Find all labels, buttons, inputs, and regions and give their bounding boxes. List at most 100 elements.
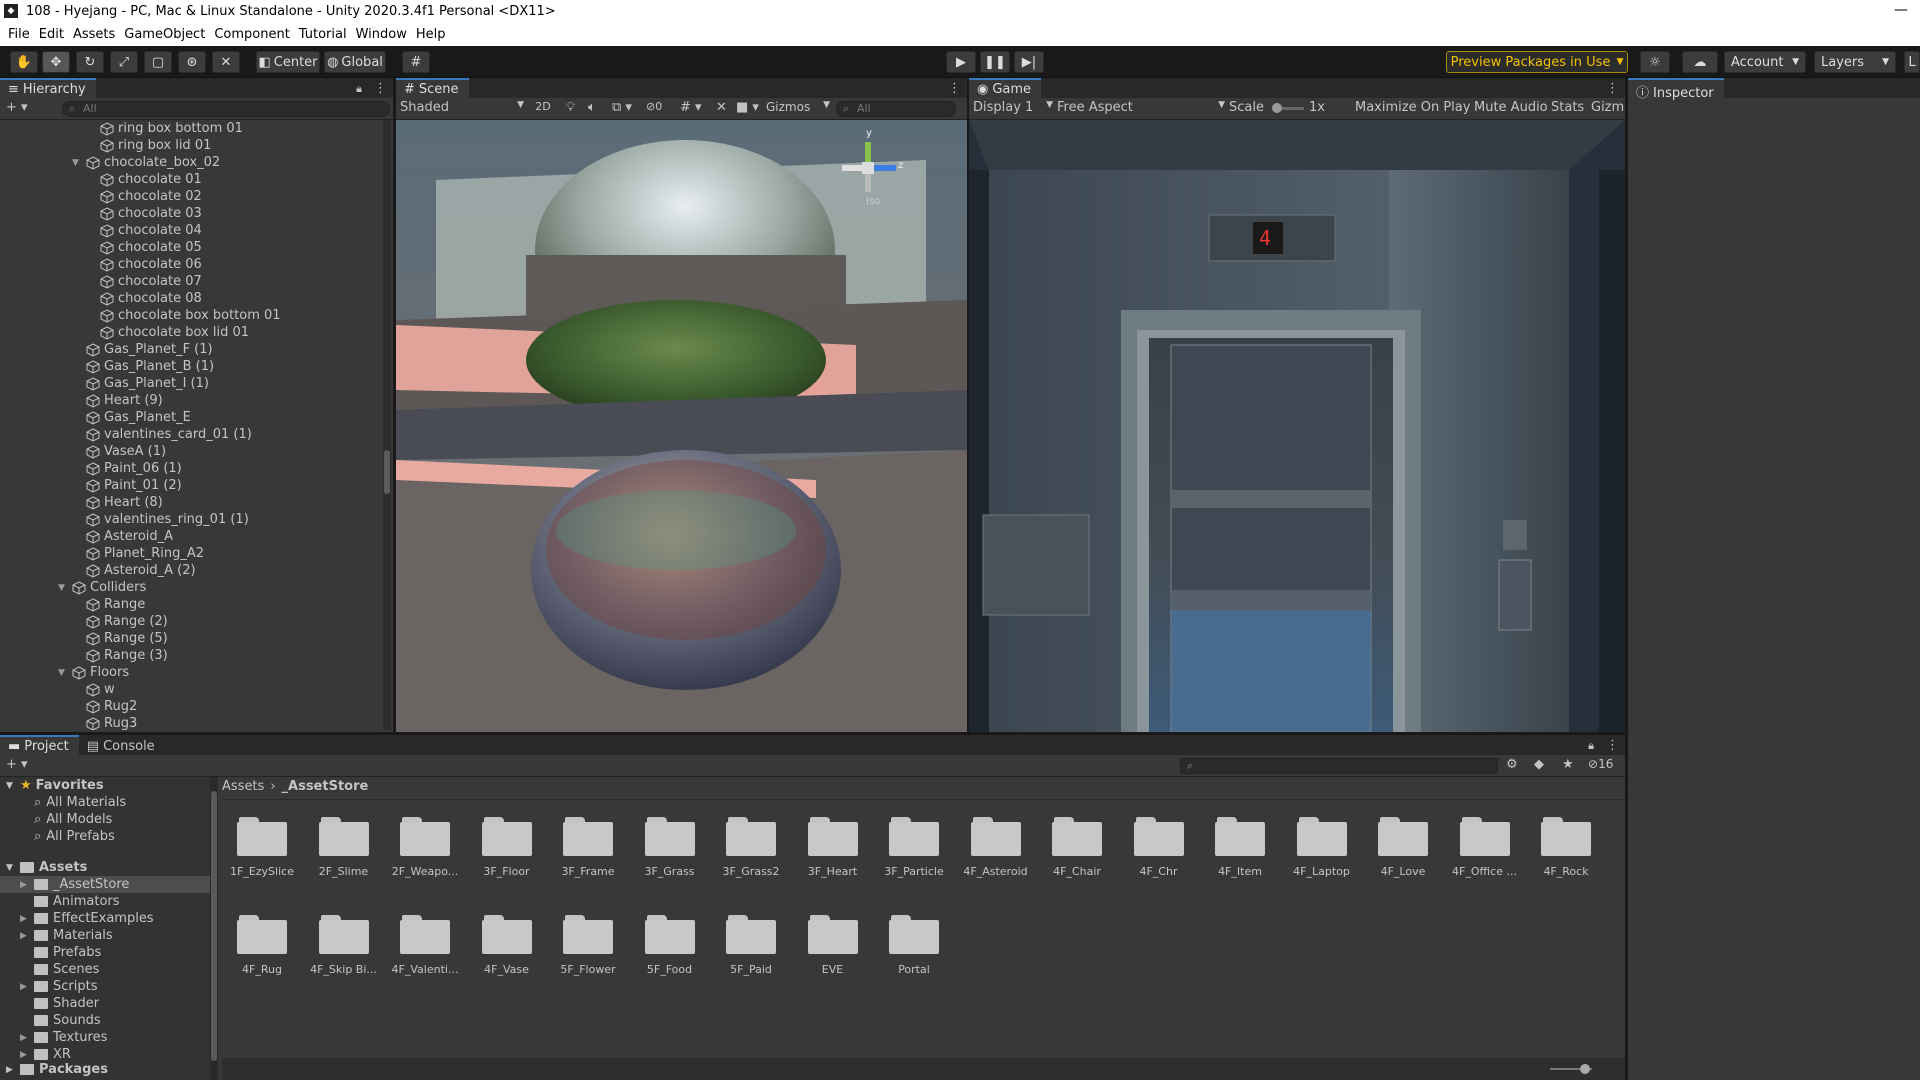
hierarchy-item[interactable]: Range (3) xyxy=(72,647,168,664)
tab-game[interactable]: ◉ Game xyxy=(969,78,1042,98)
expand-arrow-icon[interactable]: ▶ xyxy=(20,914,34,924)
expand-arrow-icon[interactable]: ▶ xyxy=(20,1050,34,1060)
effects-icon[interactable]: ⧉ ▾ xyxy=(612,100,632,118)
gizmos-dropdown[interactable]: Gizmos ▼ xyxy=(766,100,830,118)
hierarchy-item[interactable]: ring box lid 01 xyxy=(86,137,211,154)
project-create-button[interactable]: + ▾ xyxy=(6,757,28,775)
project-folder[interactable]: 4F_Chr xyxy=(1119,817,1199,878)
hierarchy-item[interactable]: Range xyxy=(72,596,145,613)
hierarchy-item[interactable]: ▼ Colliders xyxy=(58,579,146,596)
hierarchy-item[interactable]: chocolate 03 xyxy=(86,205,202,222)
hierarchy-item[interactable]: ring box bottom 01 xyxy=(86,120,243,137)
project-folder[interactable]: 4F_Item xyxy=(1200,817,1280,878)
more-icon[interactable]: ⋮ xyxy=(368,79,393,98)
more-icon[interactable]: ⋮ xyxy=(1600,736,1625,755)
asset-folder-item[interactable]: ▶ Textures xyxy=(0,1029,210,1046)
project-folder[interactable]: 4F_Skip Bi... xyxy=(304,915,384,976)
breadcrumb-assetstore[interactable]: _AssetStore xyxy=(282,779,369,797)
cloud-icon[interactable]: ☁ xyxy=(1682,51,1718,73)
hierarchy-item[interactable]: chocolate 08 xyxy=(86,290,202,307)
layers-dropdown[interactable]: Layers ▼ xyxy=(1814,51,1896,73)
scene-search-input[interactable]: ⌕ All xyxy=(836,101,956,117)
tools-icon[interactable]: ✕ xyxy=(716,100,727,118)
expand-arrow-icon[interactable]: ▼ xyxy=(58,583,70,593)
menu-component[interactable]: Component xyxy=(214,24,298,46)
scrollbar-thumb[interactable] xyxy=(384,450,390,494)
hierarchy-item[interactable]: chocolate 05 xyxy=(86,239,202,256)
gizmo-neg-y-axis[interactable] xyxy=(865,174,871,192)
project-folder[interactable]: 4F_Rug xyxy=(222,915,302,976)
project-folder[interactable]: 4F_Vase xyxy=(467,915,547,976)
hierarchy-item[interactable]: Heart (8) xyxy=(72,494,163,511)
preview-packages-button[interactable]: Preview Packages in Use ▼ xyxy=(1446,51,1628,73)
hierarchy-item[interactable]: valentines_card_01 (1) xyxy=(72,426,252,443)
asset-folder-item[interactable]: Prefabs xyxy=(0,944,210,961)
menu-tutorial[interactable]: Tutorial xyxy=(299,24,356,46)
asset-folder-item[interactable]: Sounds xyxy=(0,1012,210,1029)
icon-size-slider[interactable] xyxy=(1550,1064,1592,1074)
favorites-header[interactable]: ▼ ★ Favorites xyxy=(6,777,104,794)
scene-viewport[interactable]: y z Iso xyxy=(396,120,967,732)
expand-arrow-icon[interactable]: ▶ xyxy=(20,931,34,941)
hierarchy-item[interactable]: ▼ Floors xyxy=(58,664,129,681)
maximize-on-play-toggle[interactable]: Maximize On Play xyxy=(1355,100,1470,118)
scale-slider-thumb[interactable] xyxy=(1272,103,1282,113)
project-folder[interactable]: 5F_Food xyxy=(630,915,710,976)
lock-icon[interactable]: 🔒︎ xyxy=(350,80,368,98)
rect-tool-icon[interactable]: ▢ xyxy=(144,51,172,73)
create-button[interactable]: + ▾ xyxy=(6,100,28,118)
pause-button[interactable]: ❚❚ xyxy=(980,51,1010,73)
tab-hierarchy[interactable]: ≡ Hierarchy xyxy=(0,78,96,98)
hierarchy-scrollbar[interactable] xyxy=(383,120,391,730)
shading-mode-dropdown[interactable]: Shaded ▼ xyxy=(400,100,524,118)
hidden-objects-toggle[interactable]: ⊘0 xyxy=(646,100,662,118)
asset-folder-item[interactable]: ▶ _AssetStore xyxy=(0,876,210,893)
lighting-icon[interactable]: 💡︎ xyxy=(566,100,575,118)
hierarchy-item[interactable]: Rug3 xyxy=(72,715,137,730)
scene-gizmo[interactable]: y z Iso xyxy=(826,128,906,210)
layout-dropdown[interactable]: L xyxy=(1904,51,1920,73)
hidden-packages-toggle[interactable]: ⊘16 xyxy=(1588,757,1613,775)
grid-snap-icon[interactable]: # xyxy=(402,51,430,73)
icon-size-thumb[interactable] xyxy=(1580,1064,1590,1074)
breadcrumb-assets[interactable]: Assets xyxy=(222,779,264,797)
favorite-all-materials[interactable]: ⌕ All Materials xyxy=(34,794,126,811)
minimize-icon[interactable]: — xyxy=(1894,2,1908,18)
mute-audio-toggle[interactable]: Mute Audio xyxy=(1474,100,1548,118)
more-icon[interactable]: ⋮ xyxy=(1600,79,1625,98)
menu-assets[interactable]: Assets xyxy=(73,24,124,46)
hand-tool-icon[interactable]: ✋ xyxy=(10,51,38,73)
hierarchy-search-input[interactable]: ⌕ All xyxy=(62,101,390,117)
expand-arrow-icon[interactable]: ▶ xyxy=(20,982,34,992)
lock-icon[interactable]: 🔒︎ xyxy=(1582,737,1600,755)
hierarchy-item[interactable]: chocolate 02 xyxy=(86,188,202,205)
pivot-center-button[interactable]: ◧ Center xyxy=(256,51,320,73)
menu-window[interactable]: Window xyxy=(356,24,416,46)
hierarchy-item[interactable]: Gas_Planet_F (1) xyxy=(72,341,213,358)
menu-edit[interactable]: Edit xyxy=(39,24,73,46)
project-folder[interactable]: 3F_Floor xyxy=(467,817,547,878)
asset-folder-item[interactable]: ▶ Scripts xyxy=(0,978,210,995)
hierarchy-item[interactable]: Asteroid_A xyxy=(72,528,173,545)
account-dropdown[interactable]: Account ▼ xyxy=(1724,51,1806,73)
project-folder[interactable]: 5F_Flower xyxy=(548,915,628,976)
gizmo-z-axis[interactable] xyxy=(874,165,896,171)
hierarchy-item[interactable]: Planet_Ring_A2 xyxy=(72,545,204,562)
project-folder[interactable]: 3F_Heart xyxy=(793,817,873,878)
hierarchy-item[interactable]: chocolate 01 xyxy=(86,171,202,188)
search-by-label-icon[interactable]: ◆ xyxy=(1534,757,1544,775)
move-tool-icon[interactable]: ✥ xyxy=(42,51,70,73)
hierarchy-item[interactable]: w xyxy=(72,681,115,698)
aspect-dropdown[interactable]: Free Aspect ▼ xyxy=(1057,100,1225,118)
asset-folder-item[interactable]: Animators xyxy=(0,893,210,910)
asset-folder-item[interactable]: Scenes xyxy=(0,961,210,978)
transform-tool-icon[interactable]: ⊛ xyxy=(178,51,206,73)
asset-folder-item[interactable]: ▶ EffectExamples xyxy=(0,910,210,927)
project-folder[interactable]: 4F_Rock xyxy=(1526,817,1606,878)
display-dropdown[interactable]: Display 1 ▼ xyxy=(973,100,1053,118)
hierarchy-item[interactable]: Rug2 xyxy=(72,698,137,715)
project-folder[interactable]: 4F_Asteroid xyxy=(956,817,1036,878)
scrollbar-thumb[interactable] xyxy=(211,791,217,1061)
play-button[interactable]: ▶ xyxy=(946,51,976,73)
toggle-2d-button[interactable]: 2D xyxy=(532,100,554,118)
